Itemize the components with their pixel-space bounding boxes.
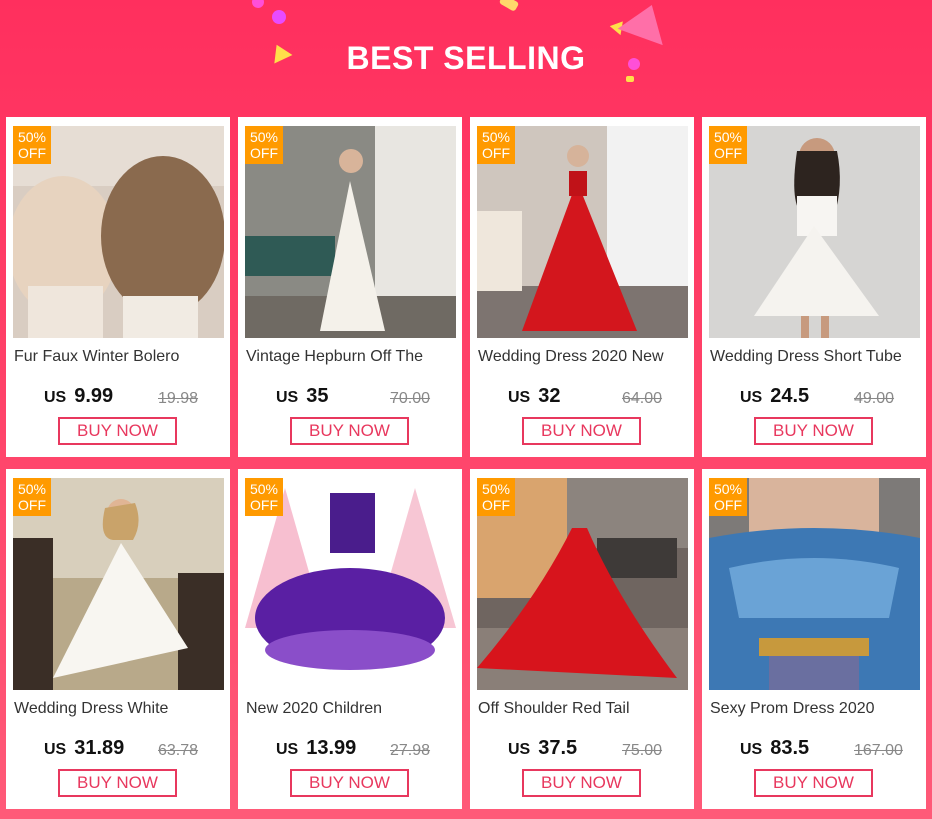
price-row: US 83.5 167.00	[740, 737, 926, 763]
original-price: 70.00	[390, 390, 431, 407]
discount-badge: 50% OFF	[477, 126, 515, 164]
sale-price: 83.5	[770, 737, 810, 759]
original-price: 49.00	[854, 390, 895, 407]
product-card[interactable]: 50% OFF Fur Faux Winter Bolero US 9.99 19.…	[6, 117, 230, 457]
currency-label: US	[508, 741, 531, 758]
page-title: BEST SELLING	[346, 40, 586, 76]
product-name[interactable]: Off Shoulder Red Tail	[478, 700, 688, 718]
buy-now-button[interactable]: BUY NOW	[522, 417, 641, 445]
buy-now-button[interactable]: BUY NOW	[754, 769, 873, 797]
discount-badge: 50% OFF	[245, 478, 283, 516]
discount-label: OFF	[714, 497, 742, 513]
discount-percent: 50%	[17, 481, 47, 497]
discount-percent: 50%	[249, 129, 279, 145]
buy-now-button[interactable]: BUY NOW	[290, 417, 409, 445]
discount-badge: 50% OFF	[709, 126, 747, 164]
sale-price: 32	[538, 385, 561, 407]
buy-now-button[interactable]: BUY NOW	[58, 769, 177, 797]
confetti-decoration	[252, 0, 264, 8]
product-card[interactable]: 50% OFF Sexy Prom Dress 2020 US 83.5 167.0…	[702, 469, 926, 809]
original-price: 19.98	[158, 390, 199, 407]
product-name[interactable]: Vintage Hepburn Off The	[246, 348, 456, 366]
confetti-decoration	[272, 10, 286, 24]
product-card[interactable]: 50% OFF New 2020 Children US 13.99 27.98 B…	[238, 469, 462, 809]
price-row: US 31.89 63.78	[44, 737, 230, 763]
discount-badge: 50% OFF	[477, 478, 515, 516]
product-card[interactable]: 50% OFF Vintage Hepburn Off The US 35 70.0…	[238, 117, 462, 457]
sale-price: 35	[306, 385, 329, 407]
product-name[interactable]: Fur Faux Winter Bolero	[14, 348, 224, 366]
discount-label: OFF	[18, 145, 46, 161]
buy-now-button[interactable]: BUY NOW	[522, 769, 641, 797]
product-name[interactable]: New 2020 Children	[246, 700, 456, 718]
original-price: 63.78	[158, 742, 199, 759]
sale-price: 9.99	[74, 385, 114, 407]
price-row: US 13.99 27.98	[276, 737, 462, 763]
discount-badge: 50% OFF	[13, 478, 51, 516]
discount-percent: 50%	[481, 129, 511, 145]
discount-percent: 50%	[17, 129, 47, 145]
currency-label: US	[740, 389, 763, 406]
discount-percent: 50%	[249, 481, 279, 497]
discount-label: OFF	[482, 145, 510, 161]
confetti-decoration	[617, 0, 675, 46]
product-card[interactable]: 50% OFF Off Shoulder Red Tail US 37.5 75.0…	[470, 469, 694, 809]
discount-label: OFF	[714, 145, 742, 161]
currency-label: US	[276, 389, 299, 406]
buy-now-button[interactable]: BUY NOW	[58, 417, 177, 445]
original-price: 167.00	[854, 742, 903, 759]
product-card[interactable]: 50% OFF Wedding Dress White US 31.89 63.78…	[6, 469, 230, 809]
discount-label: OFF	[482, 497, 510, 513]
sale-price: 31.89	[74, 737, 125, 759]
product-card[interactable]: 50% OFF Wedding Dress Short Tube US 24.5 4…	[702, 117, 926, 457]
discount-percent: 50%	[713, 129, 743, 145]
currency-label: US	[276, 741, 299, 758]
original-price: 64.00	[622, 390, 663, 407]
buy-now-button[interactable]: BUY NOW	[754, 417, 873, 445]
product-name[interactable]: Wedding Dress 2020 New	[478, 348, 688, 366]
price-row: US 32 64.00	[508, 385, 694, 411]
price-row: US 37.5 75.00	[508, 737, 694, 763]
product-name[interactable]: Wedding Dress White	[14, 700, 224, 718]
discount-badge: 50% OFF	[709, 478, 747, 516]
currency-label: US	[740, 741, 763, 758]
discount-percent: 50%	[713, 481, 743, 497]
buy-now-button[interactable]: BUY NOW	[290, 769, 409, 797]
discount-label: OFF	[250, 497, 278, 513]
discount-label: OFF	[18, 497, 46, 513]
best-selling-banner: BEST SELLING 50% OFF Fur Faux Winter Bole…	[0, 0, 932, 819]
price-row: US 35 70.00	[276, 385, 462, 411]
sale-price: 24.5	[770, 385, 810, 407]
sale-price: 37.5	[538, 737, 578, 759]
currency-label: US	[44, 741, 67, 758]
currency-label: US	[44, 389, 67, 406]
discount-percent: 50%	[481, 481, 511, 497]
product-grid: 50% OFF Fur Faux Winter Bolero US 9.99 19.…	[6, 117, 926, 809]
discount-badge: 50% OFF	[245, 126, 283, 164]
original-price: 75.00	[622, 742, 663, 759]
product-name[interactable]: Wedding Dress Short Tube	[710, 348, 920, 366]
product-card[interactable]: 50% OFF Wedding Dress 2020 New US 32 64.00…	[470, 117, 694, 457]
price-row: US 9.99 19.98	[44, 385, 230, 411]
price-row: US 24.5 49.00	[740, 385, 926, 411]
original-price: 27.98	[390, 742, 431, 759]
confetti-decoration	[498, 0, 520, 12]
discount-label: OFF	[250, 145, 278, 161]
discount-badge: 50% OFF	[13, 126, 51, 164]
sale-price: 13.99	[306, 737, 357, 759]
product-name[interactable]: Sexy Prom Dress 2020	[710, 700, 920, 718]
currency-label: US	[508, 389, 531, 406]
